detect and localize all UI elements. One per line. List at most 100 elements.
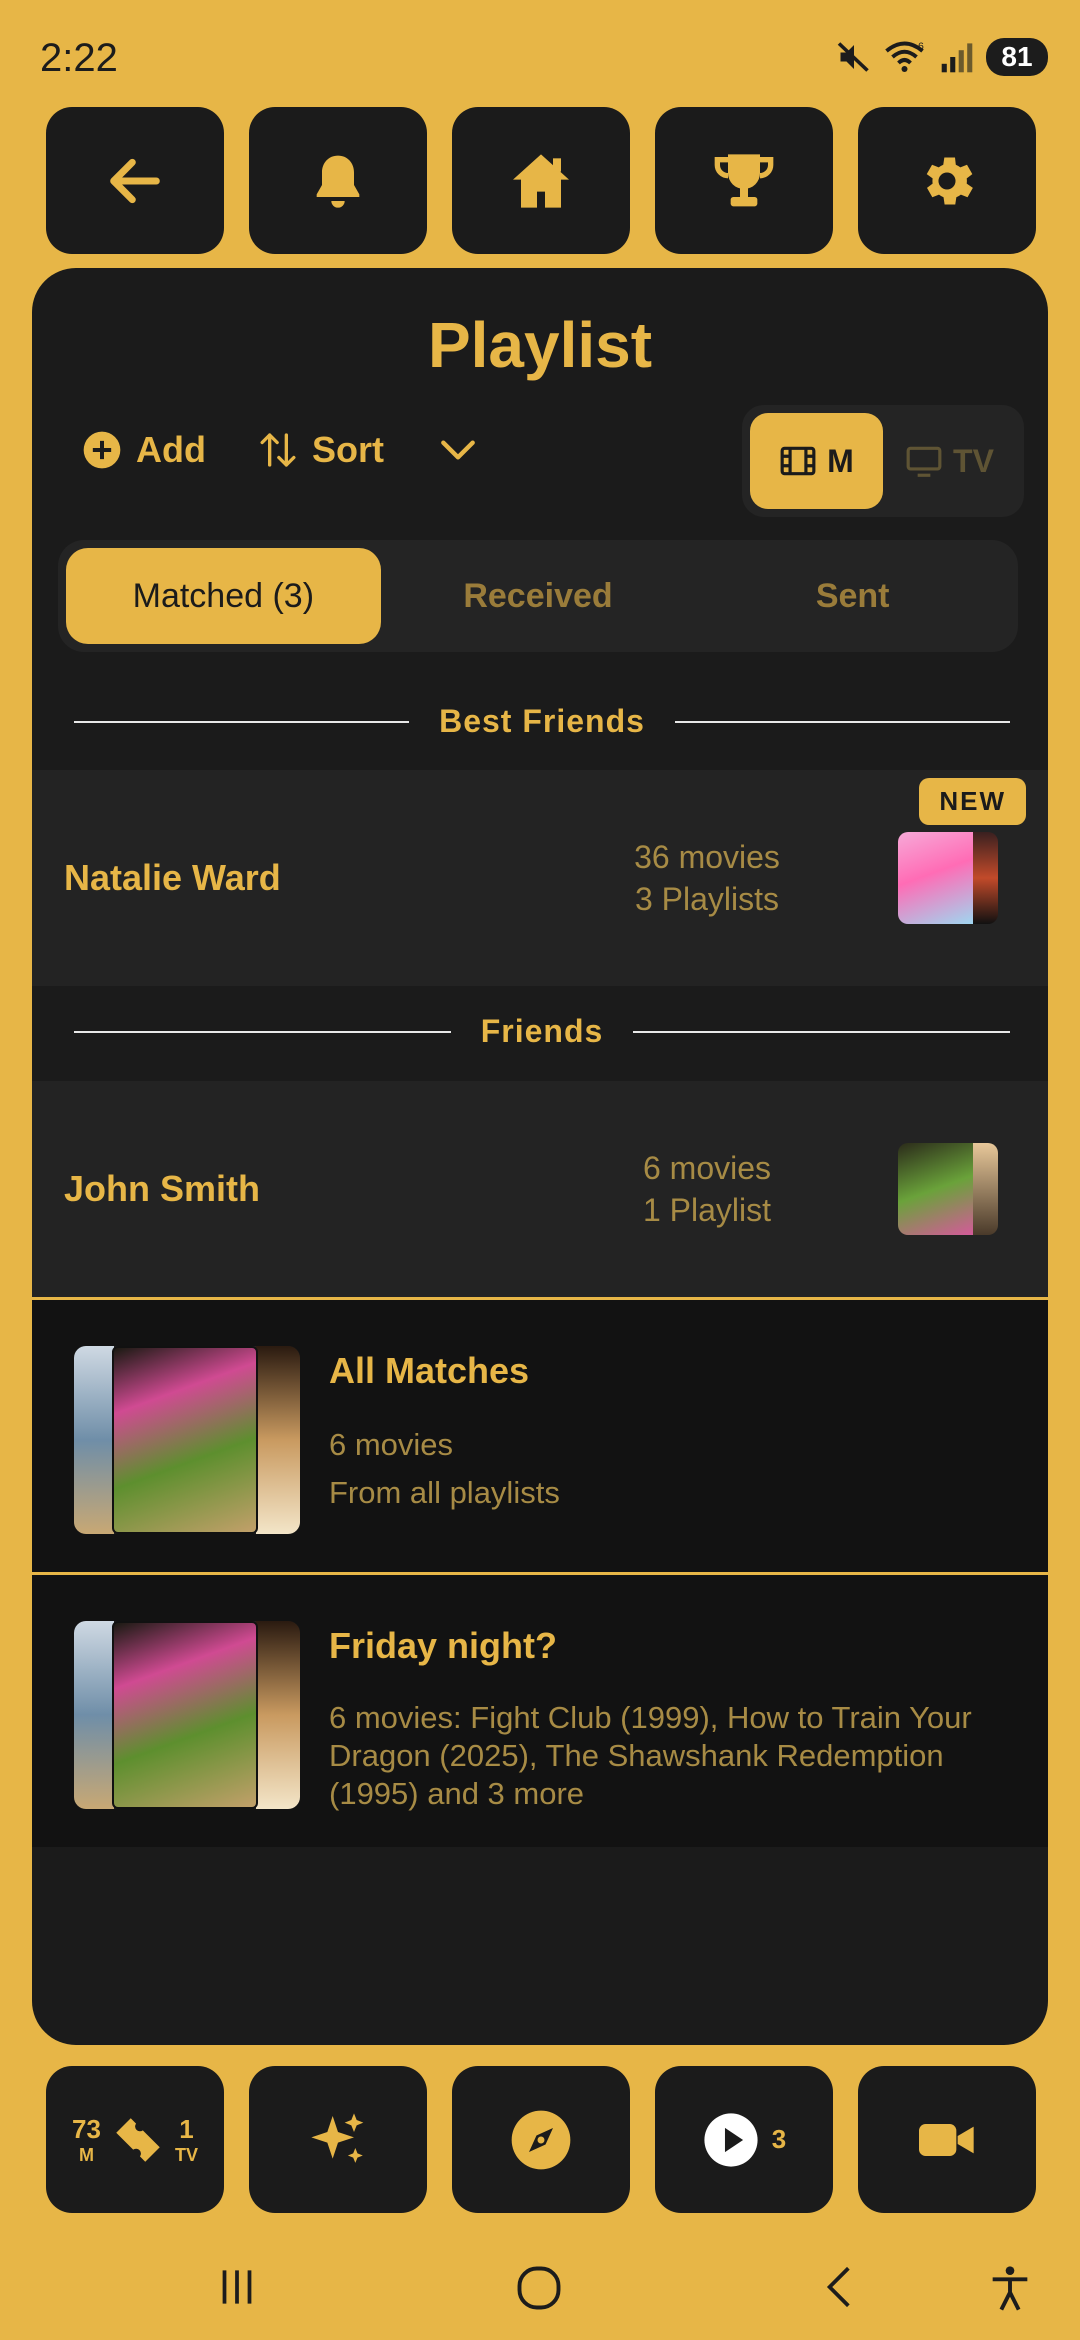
tab-sent[interactable]: Sent	[695, 548, 1010, 644]
add-button[interactable]: Add	[82, 429, 206, 471]
media-type-toggle: M TV	[742, 405, 1024, 517]
tv-icon	[906, 446, 942, 477]
playlist-card-friday-night[interactable]: Friday night? 6 movies: Fight Club (1999…	[32, 1575, 1048, 1847]
trophy-icon	[714, 153, 774, 206]
recent-apps-icon[interactable]	[212, 2262, 262, 2312]
tv-toggle-label: TV	[953, 442, 994, 479]
tab-received[interactable]: Received	[381, 548, 696, 644]
tv-ticket-number: 1	[179, 2113, 194, 2144]
divider-line	[74, 720, 410, 723]
playlist-panel: Playlist Add Sort M TV Matched (3) Recei…	[32, 268, 1048, 2045]
play-circle-icon	[704, 2112, 758, 2167]
poster-image	[112, 1621, 258, 1809]
chevron-down-icon	[441, 440, 475, 460]
tickets-counter: 73 M 1 TV	[72, 2111, 198, 2169]
top-nav	[46, 107, 1036, 254]
settings-button[interactable]	[858, 107, 1036, 254]
back-chevron-icon[interactable]	[815, 2262, 865, 2312]
compass-icon	[511, 2110, 571, 2169]
bell-icon	[316, 155, 360, 208]
back-button[interactable]	[46, 107, 224, 254]
playlist-movie-count: 6 movies	[329, 1427, 454, 1462]
divider-line	[633, 1030, 1011, 1033]
playlist-card-all-matches[interactable]: All Matches 6 movies From all playlists	[32, 1300, 1048, 1572]
signal-icon	[941, 43, 973, 73]
video-camera-icon	[919, 2123, 974, 2156]
discover-button[interactable]	[452, 2066, 630, 2213]
poster-image	[112, 1346, 258, 1534]
system-nav-bar	[0, 2240, 1080, 2340]
section-divider-best-friends: Best Friends	[74, 703, 1011, 740]
friend-stats: 6 movies 1 Playlist	[602, 1147, 812, 1231]
friend-stats: 36 movies 3 Playlists	[602, 836, 812, 920]
accessibility-icon[interactable]	[984, 2262, 1036, 2314]
sort-button[interactable]: Sort	[258, 429, 384, 471]
friend-row-john-smith[interactable]: John Smith 6 movies 1 Playlist	[32, 1081, 1048, 1297]
recommendations-button[interactable]	[249, 2066, 427, 2213]
sort-label: Sort	[311, 429, 384, 470]
playlist-title: Friday night?	[329, 1625, 557, 1666]
movies-toggle[interactable]: M	[750, 413, 883, 509]
movie-ticket-number: 73	[72, 2113, 101, 2144]
poster-image	[898, 832, 973, 924]
friend-movie-count: 6 movies	[642, 1150, 772, 1186]
tv-toggle[interactable]: TV	[883, 413, 1016, 509]
add-label: Add	[136, 429, 206, 470]
watchlist-play-button[interactable]: 3	[655, 2066, 833, 2213]
sort-direction-dropdown[interactable]	[436, 428, 480, 472]
wifi-icon: 6	[885, 41, 924, 72]
playlist-poster-stack	[74, 1346, 300, 1534]
film-icon	[780, 446, 816, 476]
section-divider-friends: Friends	[74, 1013, 1011, 1050]
page-title: Playlist	[427, 309, 653, 381]
wifi-badge: 6	[918, 41, 924, 53]
notifications-button[interactable]	[249, 107, 427, 254]
status-bar: 2:22 6 81	[0, 0, 1080, 110]
friend-name: Natalie Ward	[64, 857, 281, 898]
tv-ticket-unit: TV	[174, 2144, 198, 2165]
section-title: Friends	[480, 1013, 604, 1049]
home-button[interactable]	[452, 107, 630, 254]
friend-row-natalie-ward[interactable]: NEW Natalie Ward 36 movies 3 Playlists	[32, 770, 1048, 986]
gear-icon	[926, 157, 973, 204]
poster-image	[973, 832, 998, 924]
friend-poster-thumbnail	[898, 832, 998, 924]
add-circle-icon	[83, 431, 121, 469]
friend-playlist-count: 3 Playlists	[634, 881, 780, 917]
play-count-badge: 3	[771, 2124, 787, 2154]
tv-ticket-count: 1 TV	[175, 2114, 198, 2166]
home-circle-icon[interactable]	[513, 2262, 565, 2314]
playlist-poster-stack	[74, 1621, 300, 1809]
poster-image	[898, 1143, 973, 1235]
poster-image	[973, 1143, 998, 1235]
movies-toggle-label: M	[827, 442, 854, 479]
playlist-title: All Matches	[329, 1350, 530, 1391]
playlist-description: 6 movies: Fight Club (1999), How to Trai…	[329, 1700, 972, 1811]
battery-indicator: 81	[986, 38, 1048, 76]
tab-matched[interactable]: Matched (3)	[66, 548, 381, 644]
sort-icon	[260, 433, 296, 467]
poster-image	[74, 1621, 114, 1809]
leaderboard-button[interactable]	[655, 107, 833, 254]
back-arrow-icon	[110, 158, 160, 203]
friend-poster-thumbnail	[898, 1143, 998, 1235]
poster-image	[256, 1621, 300, 1809]
status-time: 2:22	[40, 36, 118, 80]
video-button[interactable]	[858, 2066, 1036, 2213]
tickets-button[interactable]: 73 M 1 TV	[46, 2066, 224, 2213]
divider-line	[74, 1030, 451, 1033]
poster-image	[256, 1346, 300, 1534]
poster-image	[74, 1346, 114, 1534]
mute-icon	[837, 42, 869, 72]
toolbar: Add Sort	[82, 428, 532, 472]
bottom-nav: 73 M 1 TV 3	[46, 2066, 1036, 2213]
friend-playlist-count: 1 Playlist	[642, 1192, 772, 1228]
ticket-icon	[116, 2117, 160, 2162]
home-icon	[513, 153, 569, 208]
new-badge: NEW	[919, 778, 1026, 825]
movie-ticket-count: 73 M	[72, 2114, 101, 2166]
playlist-source: From all playlists	[329, 1475, 560, 1510]
friend-movie-count: 36 movies	[634, 839, 780, 875]
divider-line	[674, 720, 1011, 723]
friend-name: John Smith	[64, 1168, 260, 1209]
